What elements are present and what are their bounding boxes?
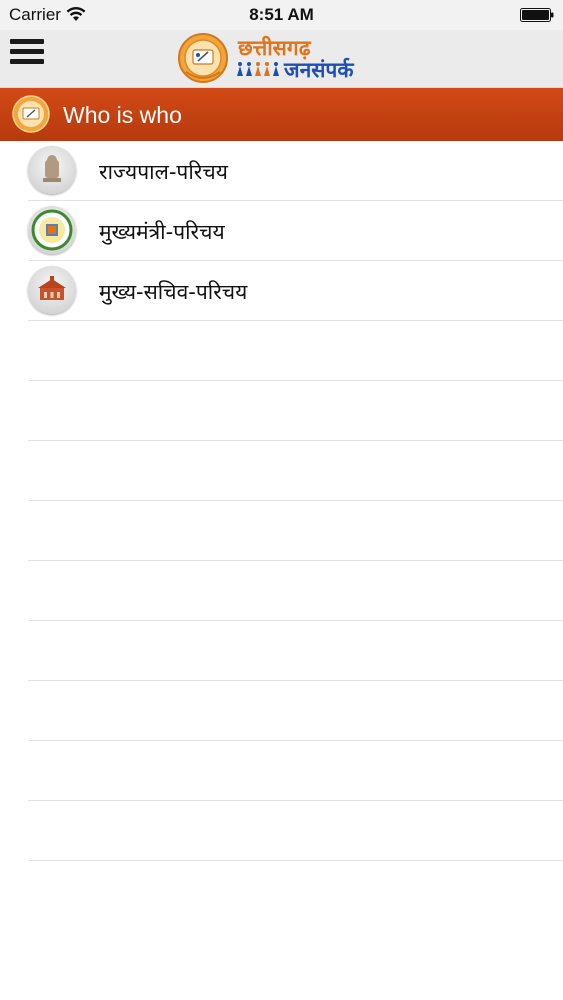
- empty-row: [28, 501, 563, 561]
- state-seal-icon: [28, 206, 76, 254]
- menu-bar-icon: [10, 49, 44, 54]
- who-is-who-list: राज्यपाल-परिचय मुख्यमंत्री-परिचय मुख्य-स: [0, 141, 563, 861]
- menu-bar-icon: [10, 39, 44, 44]
- empty-row: [28, 681, 563, 741]
- empty-row: [28, 621, 563, 681]
- list-item[interactable]: राज्यपाल-परिचय: [28, 141, 563, 201]
- empty-row: [28, 801, 563, 861]
- list-item[interactable]: मुख्य-सचिव-परिचय: [28, 261, 563, 321]
- status-bar: Carrier 8:51 AM: [0, 0, 563, 30]
- list-item-label: मुख्यमंत्री-परिचय: [99, 220, 225, 244]
- menu-button[interactable]: [10, 39, 44, 71]
- list-item-label: राज्यपाल-परिचय: [99, 160, 228, 184]
- menu-bar-icon: [10, 59, 44, 64]
- jansampark-emblem-icon: [178, 33, 228, 83]
- people-icon: [237, 62, 252, 76]
- secretariat-icon: [28, 266, 76, 314]
- empty-row: [28, 381, 563, 441]
- empty-row: [28, 321, 563, 381]
- empty-row: [28, 741, 563, 801]
- jansampark-emblem-icon: [12, 95, 50, 133]
- section-title: Who is who: [63, 102, 182, 128]
- list-item[interactable]: मुख्यमंत्री-परिचय: [28, 201, 563, 261]
- emblem-icon: [28, 146, 76, 194]
- status-time: 8:51 AM: [249, 5, 314, 24]
- empty-row: [28, 441, 563, 501]
- jansampark-logo: छत्तीसगढ़ जनसंपर्क: [237, 35, 354, 82]
- app-header: छत्तीसगढ़ जनसंपर्क: [0, 30, 563, 88]
- list-item-label: मुख्य-सचिव-परिचय: [99, 280, 248, 304]
- logo-line2: जनसंपर्क: [283, 57, 354, 82]
- empty-row: [28, 561, 563, 621]
- section-header: Who is who: [0, 88, 563, 141]
- battery-icon: [520, 8, 554, 22]
- logo-line1: छत्तीसगढ़: [237, 35, 312, 60]
